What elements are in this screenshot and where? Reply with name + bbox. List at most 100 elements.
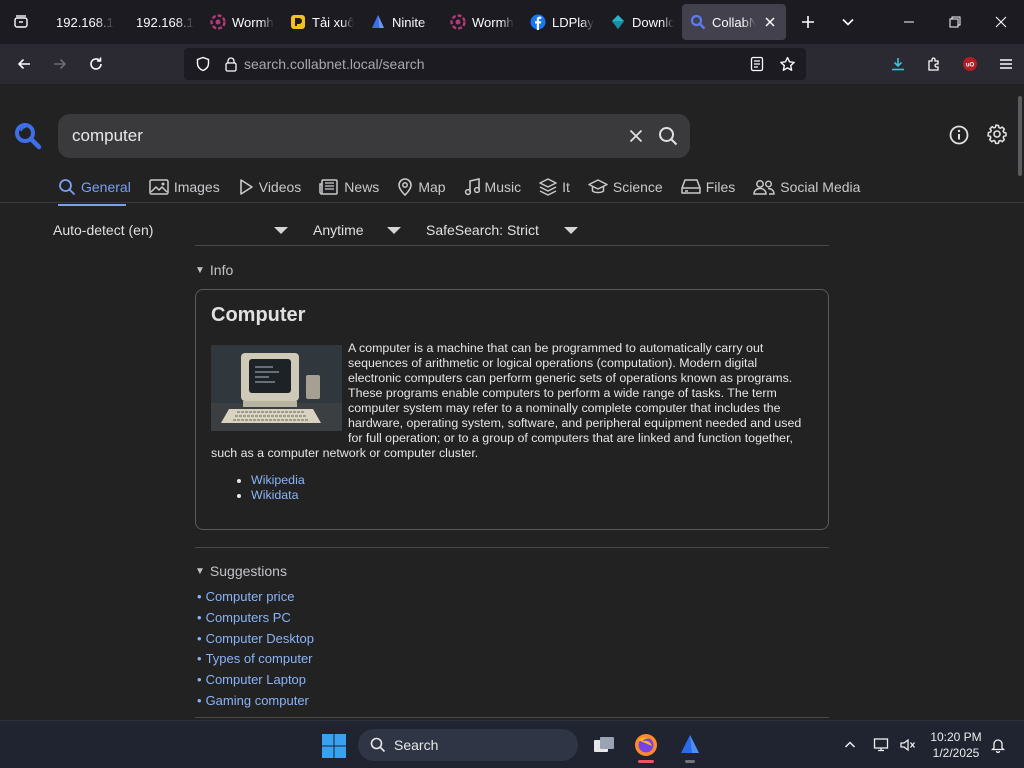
search-submit-button[interactable] — [654, 122, 682, 150]
caret-down-icon: ▼ — [195, 565, 205, 577]
clear-search-button[interactable] — [622, 122, 650, 150]
extensions-button[interactable] — [916, 48, 952, 80]
list-all-tabs-button[interactable] — [0, 0, 42, 44]
ublock-extension-button[interactable]: uO — [952, 48, 988, 80]
taskbar-clock[interactable]: 10:20 PM 1/2/2025 — [924, 729, 988, 761]
suggestion-text: Computers PC — [205, 609, 291, 625]
suggestion-item[interactable]: • Computer Laptop — [197, 670, 314, 691]
infobox-image[interactable] — [211, 345, 342, 431]
tab[interactable]: 192.168.1.1 — [122, 4, 202, 40]
info-section-label: Info — [209, 262, 234, 278]
bookmark-button[interactable] — [772, 48, 802, 80]
suggestion-item[interactable]: • Types of computer — [197, 649, 314, 670]
searxng-logo-icon[interactable] — [14, 122, 42, 155]
arrow-left-icon — [17, 58, 30, 70]
category-label: Videos — [258, 179, 302, 195]
download-app-icon — [290, 14, 306, 30]
hamburger-menu-icon — [1000, 59, 1012, 69]
category-tab-science[interactable]: Science — [588, 172, 681, 202]
category-tab-general[interactable]: General — [58, 172, 149, 206]
category-tab-files[interactable]: Files — [680, 172, 754, 202]
plus-icon — [802, 16, 814, 28]
category-tab-videos[interactable]: Videos — [238, 172, 320, 202]
taskbar-firefox[interactable] — [628, 727, 664, 763]
task-view-button[interactable] — [586, 727, 622, 763]
info-section-toggle[interactable]: ▼ Info — [195, 262, 233, 278]
search-filters: Auto-detect (en) Anytime SafeSearch: Str… — [53, 218, 578, 242]
category-label: Images — [173, 179, 220, 195]
suggestion-text: Computer Laptop — [205, 672, 307, 688]
category-tab-images[interactable]: Images — [149, 172, 238, 202]
suggestion-item[interactable]: • Computers PC — [197, 608, 314, 629]
close-window-button[interactable] — [978, 0, 1024, 44]
notifications-button[interactable] — [988, 735, 1008, 755]
tab[interactable]: Wormhole — [442, 4, 522, 40]
tracking-protection-icon[interactable] — [188, 56, 218, 72]
new-tab-button[interactable] — [790, 4, 826, 40]
reload-button[interactable] — [78, 48, 114, 80]
reader-view-button[interactable] — [742, 48, 772, 80]
taskbar-search-box[interactable]: Search — [358, 729, 578, 761]
site-info-icon[interactable] — [218, 56, 244, 72]
wikipedia-link[interactable]: Wikipedia — [251, 473, 305, 487]
category-tab-music[interactable]: Music — [464, 172, 540, 202]
tab[interactable]: Ninite — [362, 4, 442, 40]
time-range-select[interactable]: Anytime — [313, 222, 401, 238]
category-tab-social-media[interactable]: Social Media — [753, 172, 878, 202]
start-button[interactable] — [320, 732, 348, 760]
tab-title: Tải xuống — [312, 14, 354, 30]
preferences-button[interactable] — [984, 121, 1010, 147]
ninite-icon — [370, 14, 386, 30]
suggestion-item[interactable]: • Computer price — [197, 587, 314, 608]
network-icon — [873, 738, 889, 752]
category-label: Map — [418, 179, 446, 195]
tab-title: Download — [632, 14, 674, 30]
page-content: General Images Videos News Map Music It Science… — [0, 84, 1024, 720]
drive-icon — [680, 178, 701, 196]
tab[interactable]: Wormhole — [202, 4, 282, 40]
safesearch-select[interactable]: SafeSearch: Strict — [426, 222, 578, 238]
suggestion-item[interactable]: • Computer Desktop — [197, 629, 314, 650]
category-tab-map[interactable]: Map — [397, 172, 463, 202]
map-pin-icon — [397, 178, 413, 196]
restore-button[interactable] — [932, 0, 978, 44]
language-select[interactable]: Auto-detect (en) — [53, 222, 288, 238]
bell-icon — [990, 739, 1006, 753]
tab-title: 192.168.1.1 — [56, 14, 114, 30]
suggestion-item[interactable]: • Gaming computer — [197, 691, 314, 712]
tab[interactable]: LDPlayer — [522, 4, 602, 40]
taskbar-app-blue[interactable] — [672, 727, 708, 763]
windows-logo-icon — [322, 734, 346, 758]
close-tab-icon[interactable] — [762, 14, 778, 30]
app-menu-button[interactable] — [988, 48, 1024, 80]
tab-active[interactable]: CollabNet — [682, 4, 786, 40]
category-label: Music — [484, 179, 522, 195]
url-text[interactable]: search.collabnet.local/search — [244, 56, 425, 72]
downloads-button[interactable] — [880, 48, 916, 80]
tab-title: Ninite — [392, 14, 426, 30]
wikidata-link[interactable]: Wikidata — [251, 488, 299, 502]
arrow-right-icon — [54, 58, 67, 70]
lock-icon — [225, 57, 237, 72]
tab[interactable]: Download — [602, 4, 682, 40]
suggestions-section-toggle[interactable]: ▼ Suggestions — [195, 563, 287, 579]
tab-overflow-button[interactable] — [830, 4, 866, 40]
back-button[interactable] — [6, 48, 42, 80]
about-button[interactable] — [946, 122, 972, 148]
minimize-button[interactable] — [886, 0, 932, 44]
search-icon — [58, 178, 76, 196]
category-tab-news[interactable]: News — [319, 172, 397, 202]
show-hidden-icons-button[interactable] — [840, 735, 860, 755]
network-status-button[interactable] — [872, 735, 892, 755]
address-bar[interactable]: search.collabnet.local/search — [184, 48, 806, 80]
forward-button[interactable] — [42, 48, 78, 80]
tab[interactable]: Tải xuống — [282, 4, 362, 40]
window-controls — [886, 0, 1024, 44]
category-tab-it[interactable]: It — [539, 172, 588, 202]
tab[interactable]: 192.168.1.1 — [42, 4, 122, 40]
facebook-icon — [530, 14, 546, 30]
volume-button[interactable] — [898, 735, 918, 755]
category-label: Science — [612, 179, 663, 195]
dropdown-triangle-icon — [274, 226, 288, 234]
search-input[interactable] — [58, 114, 598, 158]
